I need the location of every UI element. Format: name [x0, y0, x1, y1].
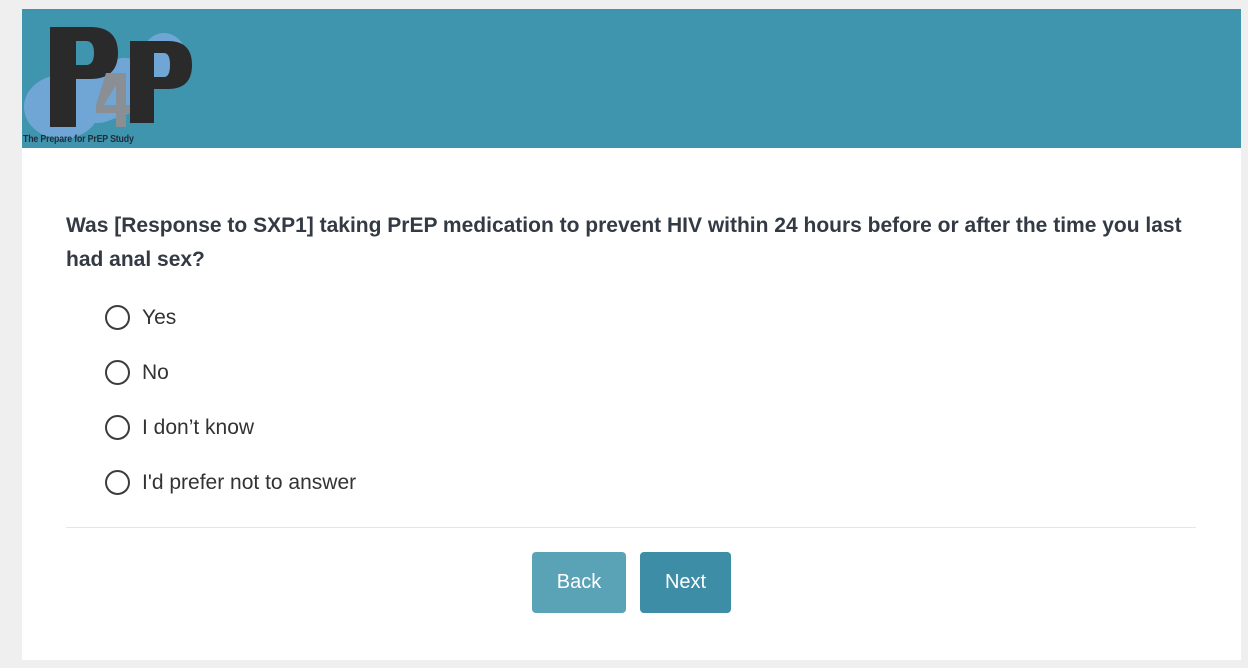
logo-caption: The Prepare for PrEP Study — [23, 134, 134, 145]
p4p-logo: The Prepare for PrEP Study — [22, 23, 212, 145]
option-label: Yes — [142, 305, 177, 329]
header-banner: The Prepare for PrEP Study — [22, 9, 1241, 148]
question-text: Was [Response to SXP1] taking PrEP medic… — [66, 214, 1182, 271]
radio-button[interactable] — [105, 415, 130, 440]
option-label: I don’t know — [142, 415, 255, 439]
answer-options: Yes No I don’t know I'd prefer not to an… — [105, 290, 356, 510]
option-yes[interactable]: Yes — [105, 290, 356, 345]
option-label: No — [142, 360, 169, 384]
option-dont-know[interactable]: I don’t know — [105, 400, 356, 455]
radio-button[interactable] — [105, 360, 130, 385]
option-label: I'd prefer not to answer — [142, 470, 357, 494]
option-prefer-not-to-answer[interactable]: I'd prefer not to answer — [105, 455, 356, 510]
radio-button[interactable] — [105, 470, 130, 495]
back-button[interactable]: Back — [532, 552, 626, 613]
survey-page: The Prepare for PrEP Study Was [Response… — [22, 9, 1241, 660]
radio-button[interactable] — [105, 305, 130, 330]
next-button[interactable]: Next — [640, 552, 731, 613]
divider — [66, 527, 1196, 528]
option-no[interactable]: No — [105, 345, 356, 400]
